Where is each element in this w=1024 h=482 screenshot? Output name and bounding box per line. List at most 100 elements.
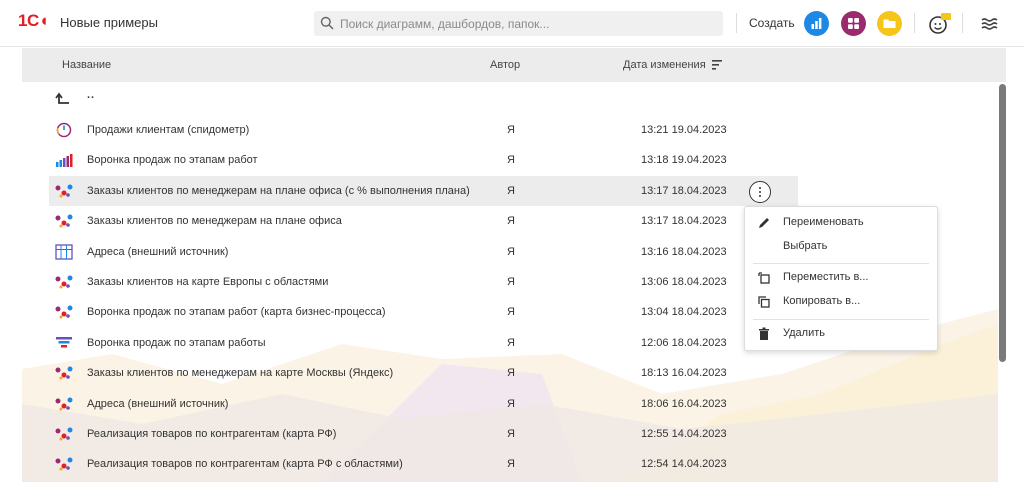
item-name: Продажи клиентам (спидометр) — [87, 124, 250, 136]
item-name: Адреса (внешний источник) — [87, 397, 229, 410]
item-date: 13:16 18.04.2023 — [641, 245, 727, 258]
item-name: Заказы клиентов по менеджерам на плане о… — [87, 215, 342, 228]
item-name: Адреса (внешний источник) — [87, 245, 229, 258]
list-item[interactable]: Адреса (внешний источник) Я 13:16 18.04.20… — [49, 237, 798, 267]
sort-icon[interactable] — [712, 60, 723, 70]
map-icon — [55, 457, 73, 471]
item-name: Заказы клиентов на карте Европы с област… — [87, 276, 329, 288]
list-item[interactable]: Заказы клиентов на карте Европы с област… — [49, 267, 798, 297]
list-item[interactable]: Заказы клиентов по менеджерам на карте М… — [49, 358, 798, 388]
smiley-icon — [929, 13, 951, 34]
divider — [962, 13, 963, 33]
copy-icon — [758, 296, 770, 308]
menu-item-label: Переименовать — [783, 216, 864, 228]
list-item[interactable]: Заказы клиентов по менеджерам на плане о… — [49, 175, 798, 206]
menu-item-copy[interactable]: Копировать в... — [745, 290, 937, 314]
logo-text: 1С — [18, 11, 39, 30]
menu-item-label: Переместить в... — [783, 271, 869, 283]
top-bar: 1С◖ Новые примеры Создать — [0, 0, 1024, 47]
create-button[interactable]: Создать — [749, 16, 795, 30]
item-author: Я — [507, 124, 515, 136]
pencil-icon — [759, 218, 769, 228]
context-menu: Переименовать Выбрать Переместить в... К… — [744, 206, 938, 351]
item-author: Я — [507, 336, 515, 349]
row-more-button[interactable] — [749, 181, 771, 203]
item-author: Я — [507, 397, 515, 410]
menu-item-label: Выбрать — [783, 240, 828, 252]
parent-folder-label: .. — [87, 89, 96, 101]
item-date: 13:04 18.04.2023 — [641, 306, 727, 319]
table-icon — [55, 243, 73, 260]
item-author: Я — [507, 154, 515, 167]
menu-item-select[interactable]: Выбрать — [745, 235, 937, 259]
menu-item-label: Удалить — [783, 327, 825, 339]
create-folder-button[interactable] — [877, 11, 902, 36]
notifications-button[interactable] — [928, 11, 953, 36]
search-input[interactable] — [340, 11, 720, 36]
item-date: 18:13 16.04.2023 — [641, 367, 727, 380]
item-name: Воронка продаж по этапам работы — [87, 336, 266, 349]
menu-divider — [753, 263, 929, 264]
list-item[interactable]: Реализация товаров по контрагентам (карт… — [49, 419, 798, 449]
scrollbar[interactable] — [999, 84, 1006, 362]
item-date: 13:17 18.04.2023 — [641, 184, 727, 197]
item-date: 12:55 14.04.2023 — [641, 428, 727, 440]
page-title: Новые примеры — [60, 15, 158, 30]
main-menu-button[interactable] — [977, 11, 1002, 36]
parent-folder-row[interactable]: .. — [49, 84, 798, 114]
item-date: 18:06 16.04.2023 — [641, 397, 727, 410]
item-author: Я — [507, 367, 515, 380]
item-name: Заказы клиентов по менеджерам на плане о… — [87, 184, 470, 197]
item-date: 12:06 18.04.2023 — [641, 336, 727, 349]
item-author: Я — [507, 428, 515, 440]
column-header-author[interactable]: Автор — [490, 59, 520, 71]
list-item[interactable]: Заказы клиентов по менеджерам на плане о… — [49, 206, 798, 236]
item-date: 12:54 14.04.2023 — [641, 458, 727, 471]
item-name: Воронка продаж по этапам работ — [87, 154, 258, 167]
map-icon — [55, 397, 73, 411]
funnel-icon — [56, 336, 72, 348]
divider — [914, 13, 915, 33]
list-item[interactable]: Воронка продаж по этапам работ Я 13:18 19.… — [49, 145, 798, 175]
item-date: 13:17 18.04.2023 — [641, 215, 727, 228]
item-date: 13:18 19.04.2023 — [641, 154, 727, 167]
menu-item-rename[interactable]: Переименовать — [745, 211, 937, 235]
create-dashboard-button[interactable] — [841, 11, 866, 36]
item-name: Реализация товаров по контрагентам (карт… — [87, 458, 403, 471]
map-icon — [55, 305, 73, 319]
column-header-name[interactable]: Название — [62, 59, 111, 71]
table-header: Название Автор Дата изменения — [22, 48, 1006, 82]
divider — [736, 13, 737, 33]
item-author: Я — [507, 458, 515, 471]
list-item[interactable]: Продажи клиентам (спидометр) Я 13:21 19.04… — [49, 115, 798, 145]
menu-item-delete[interactable]: Удалить — [745, 322, 937, 346]
item-name: Реализация товаров по контрагентам (карт… — [87, 428, 337, 440]
trash-icon — [759, 327, 769, 340]
logo-c-mark: ◖ — [38, 11, 49, 30]
folder-icon — [883, 19, 896, 28]
level-up-icon — [55, 92, 69, 104]
item-date: 13:21 19.04.2023 — [641, 124, 727, 136]
waves-menu-icon — [981, 18, 998, 30]
map-icon — [55, 427, 73, 441]
speedometer-icon — [56, 122, 72, 138]
item-author: Я — [507, 184, 515, 197]
column-header-modified[interactable]: Дата изменения — [623, 59, 706, 71]
create-chart-button[interactable] — [804, 11, 829, 36]
list-item[interactable]: Реализация товаров по контрагентам (карт… — [49, 449, 798, 479]
bar-chart-icon — [811, 18, 822, 29]
item-author: Я — [507, 276, 515, 288]
list-item[interactable]: Воронка продаж по этапам работ (карта би… — [49, 297, 798, 327]
list-item[interactable]: Адреса (внешний источник) Я 18:06 16.04.20… — [49, 389, 798, 419]
search-box[interactable] — [314, 11, 723, 36]
item-date: 13:06 18.04.2023 — [641, 276, 727, 288]
logo[interactable]: 1С◖ — [18, 11, 49, 31]
list-item[interactable]: Воронка продаж по этапам работы Я 12:06 18… — [49, 328, 798, 358]
map-icon — [55, 366, 73, 380]
map-icon — [55, 214, 73, 228]
menu-divider — [753, 319, 929, 320]
menu-item-move[interactable]: Переместить в... — [745, 266, 937, 290]
item-author: Я — [507, 306, 515, 319]
map-icon — [55, 184, 73, 198]
map-icon — [55, 275, 73, 289]
